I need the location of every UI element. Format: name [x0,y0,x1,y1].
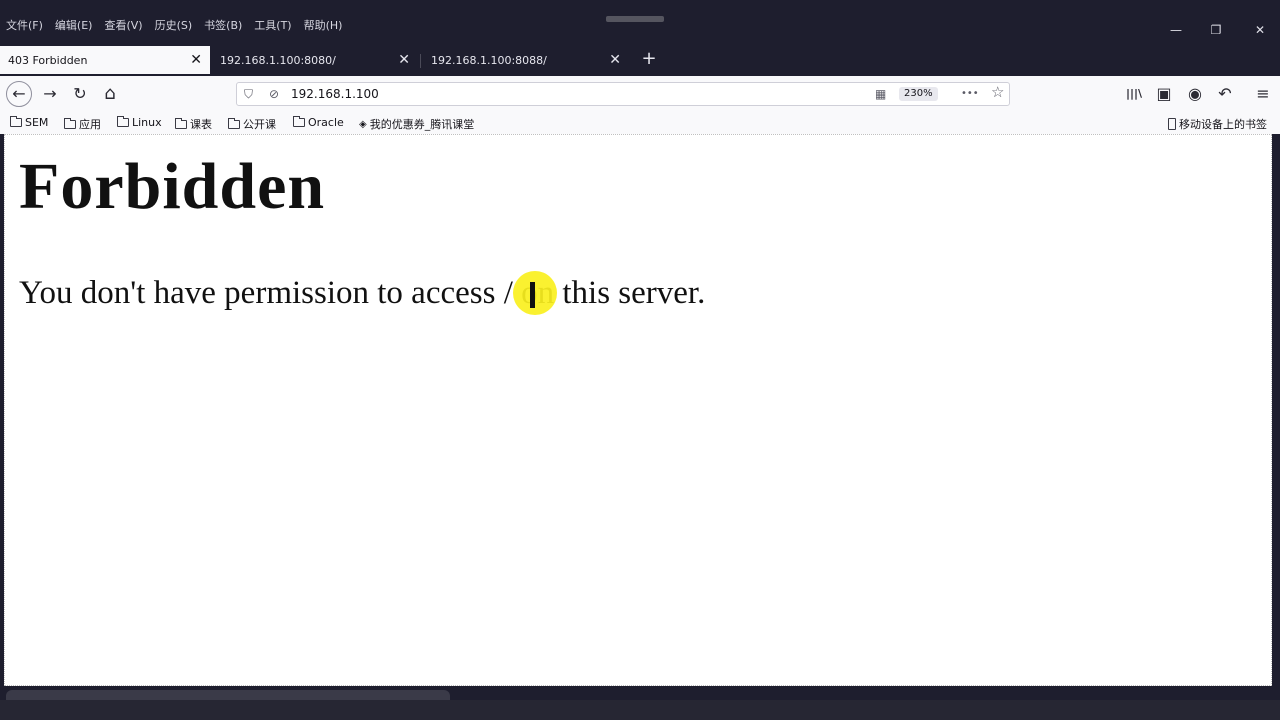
reload-button[interactable]: ↻ [68,82,92,106]
menu-bar: 文件(F) 编辑(E) 查看(V) 历史(S) 书签(B) 工具(T) 帮助(H… [0,14,900,36]
permission-icon[interactable]: ⊘ [269,86,279,102]
address-bar[interactable]: ⛉ ⊘ 192.168.1.100 ▦ 230% ••• ☆ [236,82,1010,106]
sidebar-icon[interactable]: ▣ [1152,82,1176,106]
folder-icon [293,116,305,127]
titlebar-drag-handle[interactable] [606,16,664,22]
close-window-button[interactable]: ✕ [1250,22,1270,38]
bookmark-mobile[interactable]: 移动设备上的书签 [1168,116,1267,132]
tab-separator [420,54,421,68]
bookmark-folder-schedule[interactable]: 课表 [175,116,212,132]
bookmark-folder-oracle[interactable]: Oracle [293,116,344,129]
undo-icon[interactable]: ↶ [1213,82,1237,106]
library-icon[interactable]: |||\ [1122,82,1146,106]
tab-8080[interactable]: 192.168.1.100:8080/ ✕ [212,46,418,74]
menu-help[interactable]: 帮助(H) [298,17,349,33]
folder-icon [64,117,76,129]
tencent-classroom-icon: ◈ [359,118,367,130]
folder-icon [228,117,240,129]
url-text[interactable]: 192.168.1.100 [291,87,379,101]
menu-edit[interactable]: 编辑(E) [49,17,99,33]
mobile-device-icon [1168,118,1176,130]
browser-window: 文件(F) 编辑(E) 查看(V) 历史(S) 书签(B) 工具(T) 帮助(H… [0,0,1280,720]
bookmark-label: SEM [25,116,49,129]
folder-icon [175,117,187,129]
home-button[interactable]: ⌂ [98,82,122,106]
account-icon[interactable]: ◉ [1183,82,1207,106]
tab-label: 192.168.1.100:8080/ [220,53,336,67]
bookmark-label: 我的优惠券_腾讯课堂 [369,118,475,131]
menu-file[interactable]: 文件(F) [0,17,49,33]
close-tab-icon[interactable]: ✕ [190,52,202,68]
menu-tools[interactable]: 工具(T) [248,17,297,33]
back-button[interactable]: ← [6,81,32,107]
bookmark-folder-open-course[interactable]: 公开课 [228,116,276,132]
hamburger-menu-icon[interactable]: ≡ [1251,82,1275,106]
bookmark-folder-sem[interactable]: SEM [10,116,48,129]
bookmark-label: 课表 [190,118,212,131]
error-message: You don't have permission to access / on… [19,275,706,311]
menu-history[interactable]: 历史(S) [149,17,199,33]
zoom-level-badge[interactable]: 230% [899,87,938,101]
bookmark-label: 公开课 [243,118,276,131]
forward-button[interactable]: → [38,82,62,106]
bookmark-label: 移动设备上的书签 [1179,118,1267,131]
close-tab-icon[interactable]: ✕ [609,52,621,68]
bookmark-tencent-coupons[interactable]: ◈ 我的优惠券_腾讯课堂 [359,116,474,132]
tab-8088[interactable]: 192.168.1.100:8088/ ✕ [423,46,629,74]
close-tab-icon[interactable]: ✕ [398,52,410,68]
tab-label: 403 Forbidden [8,53,88,67]
folder-icon [117,116,129,127]
tab-label: 192.168.1.100:8088/ [431,53,547,67]
bookmark-label: Oracle [308,116,344,129]
restore-button[interactable]: ❐ [1206,22,1226,38]
bookmark-star-icon[interactable]: ☆ [991,84,1004,100]
bookmark-folder-apps[interactable]: 应用 [64,116,101,132]
menu-view[interactable]: 查看(V) [98,17,148,33]
new-tab-button[interactable]: + [638,48,660,70]
page-content: Forbidden You don't have permission to a… [4,134,1272,686]
tab-403-forbidden[interactable]: 403 Forbidden ✕ [0,46,210,74]
bookmark-folder-linux[interactable]: Linux [117,116,162,129]
page-heading: Forbidden [19,150,326,223]
bookmark-label: Linux [132,116,162,129]
minimize-button[interactable]: — [1166,22,1186,38]
qr-code-icon[interactable]: ▦ [875,86,886,102]
taskbar [0,700,1280,720]
text-cursor-icon [530,282,535,308]
folder-icon [10,116,22,127]
bookmarks-toolbar: SEM 应用 Linux 课表 公开课 Oracle ◈ 我的优惠券_腾讯课堂 [0,112,1280,134]
page-actions-icon[interactable]: ••• [961,86,979,102]
menu-bookmarks[interactable]: 书签(B) [198,17,248,33]
cursor-highlight [513,271,557,315]
bookmark-label: 应用 [79,118,101,131]
shield-icon[interactable]: ⛉ [244,86,253,102]
